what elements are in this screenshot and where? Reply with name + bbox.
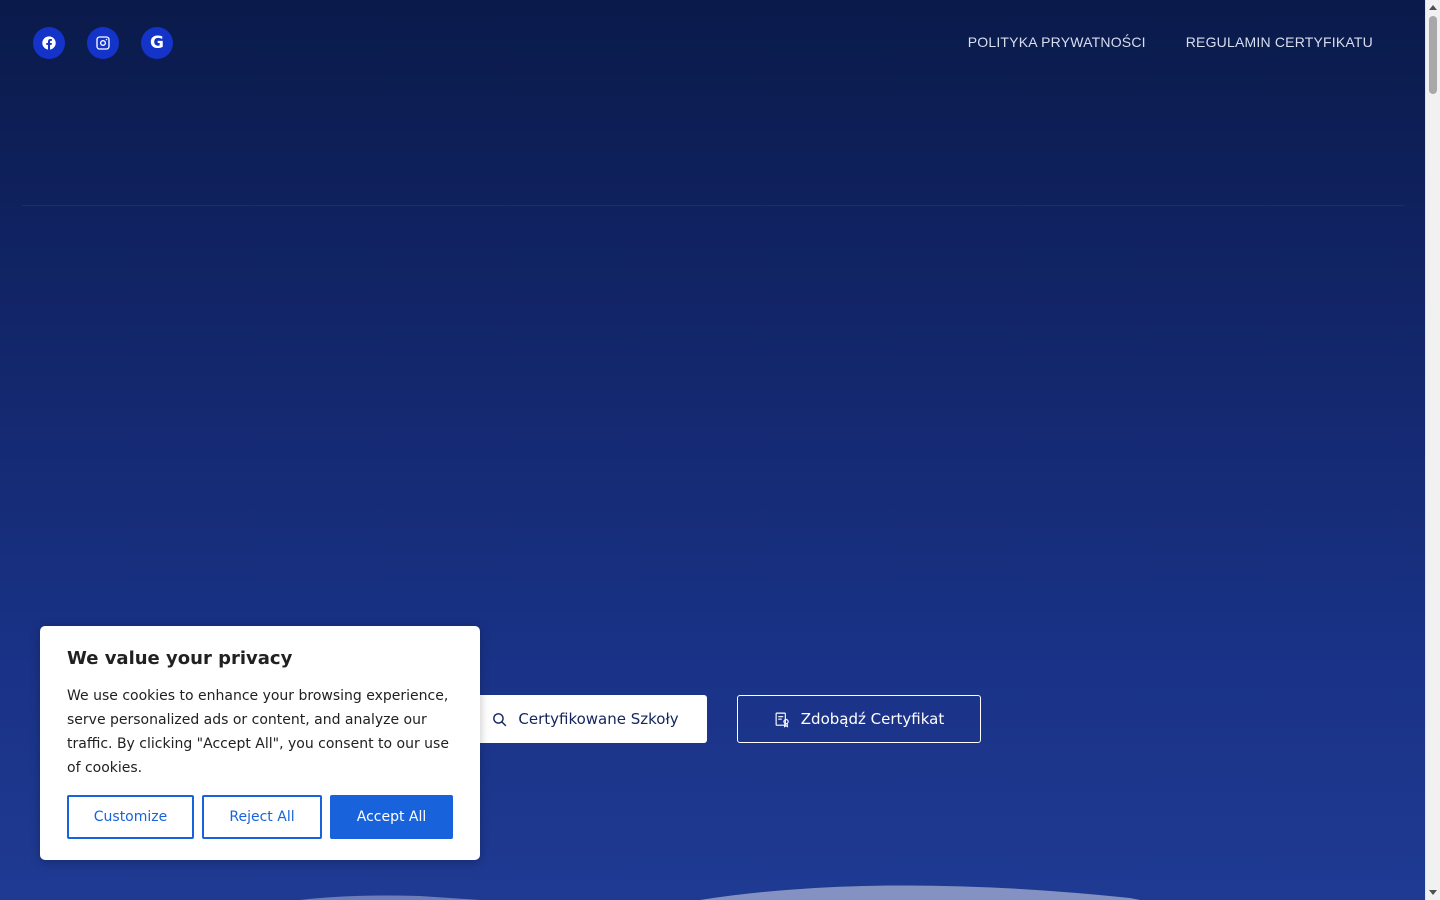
page-scrollbar[interactable] <box>1425 0 1440 900</box>
cookie-actions: Customize Reject All Accept All <box>67 795 453 839</box>
scroll-up-icon[interactable] <box>1429 5 1437 10</box>
google-link[interactable]: G <box>141 27 173 59</box>
nav-privacy-policy[interactable]: POLITYKA PRYWATNOŚCI <box>968 34 1146 50</box>
certified-schools-button[interactable]: Certyfikowane Szkoły <box>463 695 707 743</box>
facebook-link[interactable] <box>33 27 65 59</box>
certificate-icon <box>775 712 789 728</box>
reject-all-button[interactable]: Reject All <box>202 795 322 839</box>
get-certificate-button[interactable]: Zdobądź Certyfikat <box>737 695 981 743</box>
get-certificate-label: Zdobądź Certyfikat <box>800 710 945 728</box>
customize-button[interactable]: Customize <box>67 795 194 839</box>
header-divider <box>22 205 1404 206</box>
scroll-down-icon[interactable] <box>1429 890 1437 895</box>
nav-certificate-terms[interactable]: REGULAMIN CERTYFIKATU <box>1186 34 1373 50</box>
accept-all-button[interactable]: Accept All <box>330 795 453 839</box>
certified-schools-label: Certyfikowane Szkoły <box>518 710 679 728</box>
top-nav: POLITYKA PRYWATNOŚCI REGULAMIN CERTYFIKA… <box>968 34 1373 50</box>
facebook-icon <box>42 36 56 50</box>
google-icon: G <box>150 32 164 53</box>
scroll-thumb[interactable] <box>1429 16 1437 94</box>
instagram-link[interactable] <box>87 27 119 59</box>
cookie-consent-banner: We value your privacy We use cookies to … <box>40 626 480 860</box>
cookie-title: We value your privacy <box>67 648 293 669</box>
cookie-text: We use cookies to enhance your browsing … <box>67 688 449 776</box>
bottom-wave <box>300 885 1140 900</box>
instagram-icon <box>96 36 110 50</box>
social-links: G <box>33 27 173 59</box>
search-icon <box>493 712 507 726</box>
